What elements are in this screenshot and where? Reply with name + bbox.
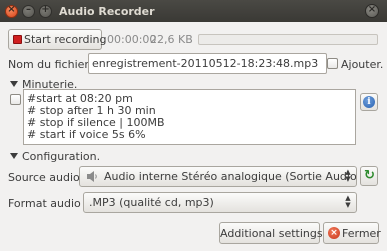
corner-close-button[interactable]: × xyxy=(365,4,379,18)
audio-format-value: .MP3 (qualité cd, mp3) xyxy=(89,196,214,209)
timer-info-button[interactable]: i xyxy=(360,93,378,111)
maximize-icon: + xyxy=(41,4,50,15)
window-minimize-button[interactable]: – xyxy=(22,4,35,18)
audio-source-label: Source audio: xyxy=(8,171,84,184)
title-bar[interactable]: × – + Audio Recorder × xyxy=(0,0,387,22)
speaker-icon xyxy=(86,170,98,183)
refresh-sources-button[interactable]: ↻ xyxy=(360,166,378,186)
additional-settings-button[interactable]: Additional settings xyxy=(219,222,323,244)
file-size: 22,6 KB xyxy=(150,33,193,46)
filename-label: Nom du fichier : xyxy=(8,58,97,71)
audio-format-label: Format audio : xyxy=(8,197,88,210)
filename-input[interactable]: enregistrement-20110512-18:23:48.mp3 xyxy=(88,53,327,74)
start-recording-button[interactable]: Start recording xyxy=(8,29,107,50)
window-maximize-button[interactable]: + xyxy=(39,4,52,18)
start-recording-label: Start recording xyxy=(24,33,107,46)
updown-arrows-icon: ▲ ▼ xyxy=(345,194,351,209)
configuration-expander-label[interactable]: Configuration. xyxy=(22,150,100,163)
updown-arrows-icon: ▲ ▼ xyxy=(345,168,351,183)
elapsed-time: 00:00:00 xyxy=(107,33,157,46)
append-checkbox[interactable] xyxy=(327,58,338,69)
audio-format-dropdown[interactable]: .MP3 (qualité cd, mp3) ▲ ▼ xyxy=(83,192,357,213)
window-close-button[interactable]: × xyxy=(5,4,18,18)
recording-progress-bar xyxy=(198,34,378,45)
audio-source-dropdown[interactable]: Audio interne Stéréo analogique (Sortie … xyxy=(79,166,357,187)
close-icon: × xyxy=(328,227,340,239)
configuration-expander-arrow-icon[interactable] xyxy=(10,153,18,159)
close-icon: × xyxy=(367,4,377,15)
close-button[interactable]: × Fermer xyxy=(323,222,381,244)
additional-settings-label: Additional settings xyxy=(220,227,323,240)
audio-recorder-window: × – + Audio Recorder × Start recording 0… xyxy=(0,0,387,251)
refresh-icon: ↻ xyxy=(364,168,375,183)
timer-enable-checkbox[interactable] xyxy=(10,94,21,105)
timer-expander-arrow-icon[interactable] xyxy=(10,81,18,87)
timer-text-area[interactable]: #start at 08:20 pm # stop after 1 h 30 m… xyxy=(23,89,356,145)
timer-line: # start if voice 5s 6% xyxy=(27,128,146,141)
info-icon: i xyxy=(363,96,375,108)
close-label: Fermer xyxy=(342,227,381,240)
minimize-icon: – xyxy=(26,4,31,15)
window-title: Audio Recorder xyxy=(59,5,155,18)
audio-source-value: Audio interne Stéréo analogique (Sortie … xyxy=(104,170,357,183)
close-icon: × xyxy=(7,4,16,15)
record-icon xyxy=(13,35,22,44)
append-label: Ajouter. xyxy=(341,58,384,71)
